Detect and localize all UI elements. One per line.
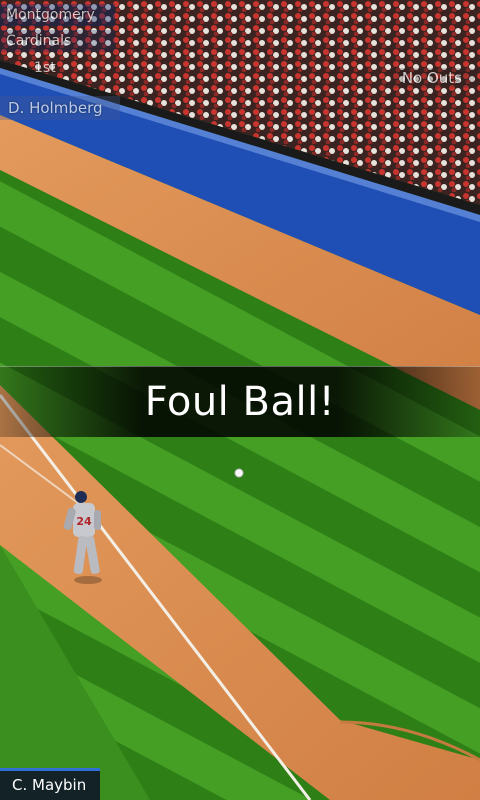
batter-name: D. Holmberg bbox=[0, 96, 120, 120]
jersey-number: 24 bbox=[76, 515, 92, 528]
runner-name-tag: C. Maybin bbox=[0, 768, 100, 800]
game-screen[interactable]: 24 Montgomery Cardinals 1st D. Holmberg … bbox=[0, 0, 480, 800]
baseball bbox=[234, 468, 244, 478]
scoreboard-team-2: Cardinals bbox=[0, 30, 115, 52]
scoreboard: Montgomery Cardinals 1st D. Holmberg bbox=[0, 0, 140, 122]
outs-indicator: No Outs bbox=[389, 68, 474, 88]
scoreboard-team-1: Montgomery bbox=[0, 4, 115, 26]
foul-ball-banner: Foul Ball! bbox=[0, 366, 480, 437]
foul-ball-message: Foul Ball! bbox=[144, 379, 336, 425]
inning-label: 1st bbox=[34, 60, 56, 76]
